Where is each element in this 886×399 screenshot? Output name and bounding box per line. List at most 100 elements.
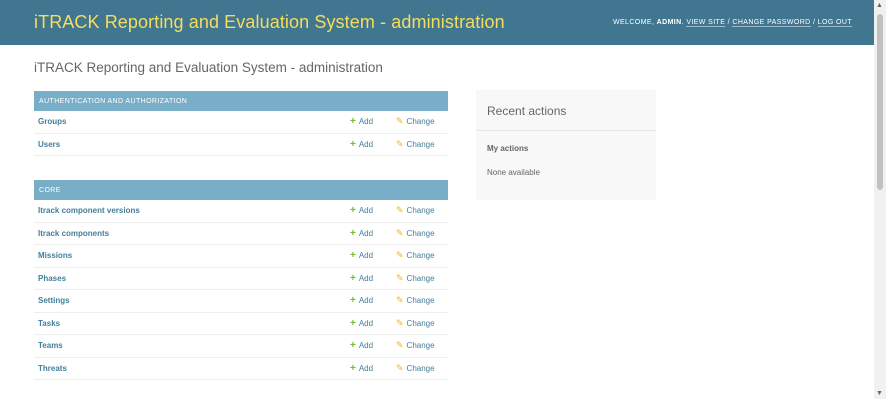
- separator: /: [812, 19, 816, 26]
- change-label: Change: [406, 117, 435, 127]
- module-auth: AUTHENTICATION AND AUTHORIZATION Groups …: [34, 91, 448, 156]
- model-link-users[interactable]: Users: [38, 140, 60, 149]
- change-label: Change: [406, 341, 435, 351]
- add-button[interactable]: + Add: [350, 340, 373, 351]
- add-label: Add: [358, 228, 374, 238]
- add-button[interactable]: + Add: [350, 295, 373, 306]
- table-row: Threats + Add ✎ Change: [34, 358, 448, 380]
- pencil-icon: ✎: [396, 250, 404, 261]
- module-core: CORE Itrack component versions + Add ✎ Cha…: [34, 180, 448, 380]
- plus-icon: +: [350, 227, 356, 239]
- add-label: Add: [358, 341, 374, 351]
- change-label: Change: [406, 318, 435, 328]
- plus-icon: +: [350, 272, 356, 284]
- pencil-icon: ✎: [396, 272, 404, 283]
- model-link-itrack-components[interactable]: Itrack components: [38, 229, 109, 238]
- divider: [476, 130, 656, 131]
- add-label: Add: [358, 117, 374, 127]
- change-button[interactable]: ✎ Change: [396, 273, 435, 284]
- plus-icon: +: [350, 317, 356, 329]
- table-row: Teams + Add ✎ Change: [34, 335, 448, 358]
- change-label: Change: [406, 363, 435, 373]
- model-link-threats[interactable]: Threats: [38, 364, 67, 373]
- change-button[interactable]: ✎ Change: [396, 363, 435, 374]
- log-out-link[interactable]: LOG OUT: [817, 19, 852, 27]
- change-password-link[interactable]: CHANGE PASSWORD: [732, 19, 811, 27]
- model-link-missions[interactable]: Missions: [38, 251, 72, 260]
- plus-icon: +: [350, 138, 356, 150]
- add-button[interactable]: + Add: [350, 250, 373, 261]
- model-link-groups[interactable]: Groups: [38, 117, 66, 126]
- welcome-text: WELCOME,: [612, 19, 655, 26]
- add-button[interactable]: + Add: [350, 116, 373, 127]
- view-site-link[interactable]: VIEW SITE: [686, 19, 726, 27]
- plus-icon: +: [350, 116, 356, 128]
- change-label: Change: [406, 251, 435, 261]
- table-row: Itrack components + Add ✎ Change: [34, 223, 448, 245]
- change-button[interactable]: ✎ Change: [396, 116, 435, 127]
- add-label: Add: [358, 273, 374, 283]
- recent-actions-title: Recent actions: [487, 104, 567, 118]
- add-label: Add: [358, 363, 374, 373]
- add-label: Add: [358, 296, 374, 306]
- add-button[interactable]: + Add: [350, 205, 373, 216]
- model-link-settings[interactable]: Settings: [38, 296, 70, 305]
- change-button[interactable]: ✎ Change: [396, 228, 435, 239]
- pencil-icon: ✎: [396, 116, 404, 127]
- table-row: Groups + Add ✎ Change: [34, 111, 448, 134]
- recent-actions-panel: Recent actions My actions None available: [476, 90, 656, 200]
- vertical-scrollbar[interactable]: ▲ ▼: [874, 0, 886, 399]
- change-button[interactable]: ✎ Change: [396, 295, 435, 306]
- add-label: Add: [358, 206, 374, 216]
- table-row: Users + Add ✎ Change: [34, 134, 448, 156]
- add-button[interactable]: + Add: [350, 363, 373, 374]
- change-button[interactable]: ✎ Change: [396, 340, 435, 351]
- pencil-icon: ✎: [396, 227, 404, 238]
- model-link-itrack-component-versions[interactable]: Itrack component versions: [38, 206, 140, 215]
- change-button[interactable]: ✎ Change: [396, 139, 435, 150]
- table-row: Tasks + Add ✎ Change: [34, 313, 448, 335]
- plus-icon: +: [350, 362, 356, 374]
- plus-icon: +: [350, 295, 356, 307]
- username: ADMIN: [656, 19, 682, 26]
- header: iTRACK Reporting and Evaluation System -…: [0, 0, 874, 45]
- change-button[interactable]: ✎ Change: [396, 318, 435, 329]
- my-actions-heading: My actions: [487, 144, 529, 153]
- separator: /: [727, 19, 731, 26]
- user-tools: WELCOME, ADMIN. VIEW SITE / CHANGE PASSW…: [612, 19, 852, 27]
- add-button[interactable]: + Add: [350, 228, 373, 239]
- table-row: Settings + Add ✎ Change: [34, 290, 448, 313]
- change-label: Change: [406, 139, 435, 149]
- change-label: Change: [406, 228, 435, 238]
- plus-icon: +: [350, 250, 356, 262]
- add-button[interactable]: + Add: [350, 139, 373, 150]
- plus-icon: +: [350, 205, 356, 217]
- scroll-down-arrow-icon[interactable]: ▼: [876, 390, 883, 397]
- model-link-phases[interactable]: Phases: [38, 274, 66, 283]
- page-title: iTRACK Reporting and Evaluation System -…: [34, 60, 383, 75]
- plus-icon: +: [350, 340, 356, 352]
- add-button[interactable]: + Add: [350, 273, 373, 284]
- scrollbar-thumb[interactable]: [877, 14, 883, 190]
- change-label: Change: [406, 206, 435, 216]
- pencil-icon: ✎: [396, 362, 404, 373]
- pencil-icon: ✎: [396, 317, 404, 328]
- model-link-teams[interactable]: Teams: [38, 341, 63, 350]
- table-row: Itrack component versions + Add ✎ Change: [34, 200, 448, 223]
- module-caption[interactable]: CORE: [34, 180, 448, 200]
- add-label: Add: [358, 251, 374, 261]
- change-button[interactable]: ✎ Change: [396, 250, 435, 261]
- change-button[interactable]: ✎ Change: [396, 205, 435, 216]
- pencil-icon: ✎: [396, 295, 404, 306]
- model-link-tasks[interactable]: Tasks: [38, 319, 60, 328]
- none-available-text: None available: [487, 168, 540, 177]
- scroll-up-arrow-icon[interactable]: ▲: [876, 2, 883, 9]
- pencil-icon: ✎: [396, 138, 404, 149]
- module-caption[interactable]: AUTHENTICATION AND AUTHORIZATION: [34, 91, 448, 111]
- pencil-icon: ✎: [396, 205, 404, 216]
- add-label: Add: [358, 139, 374, 149]
- add-button[interactable]: + Add: [350, 318, 373, 329]
- site-branding[interactable]: iTRACK Reporting and Evaluation System -…: [34, 12, 505, 33]
- change-label: Change: [406, 273, 435, 283]
- pencil-icon: ✎: [396, 340, 404, 351]
